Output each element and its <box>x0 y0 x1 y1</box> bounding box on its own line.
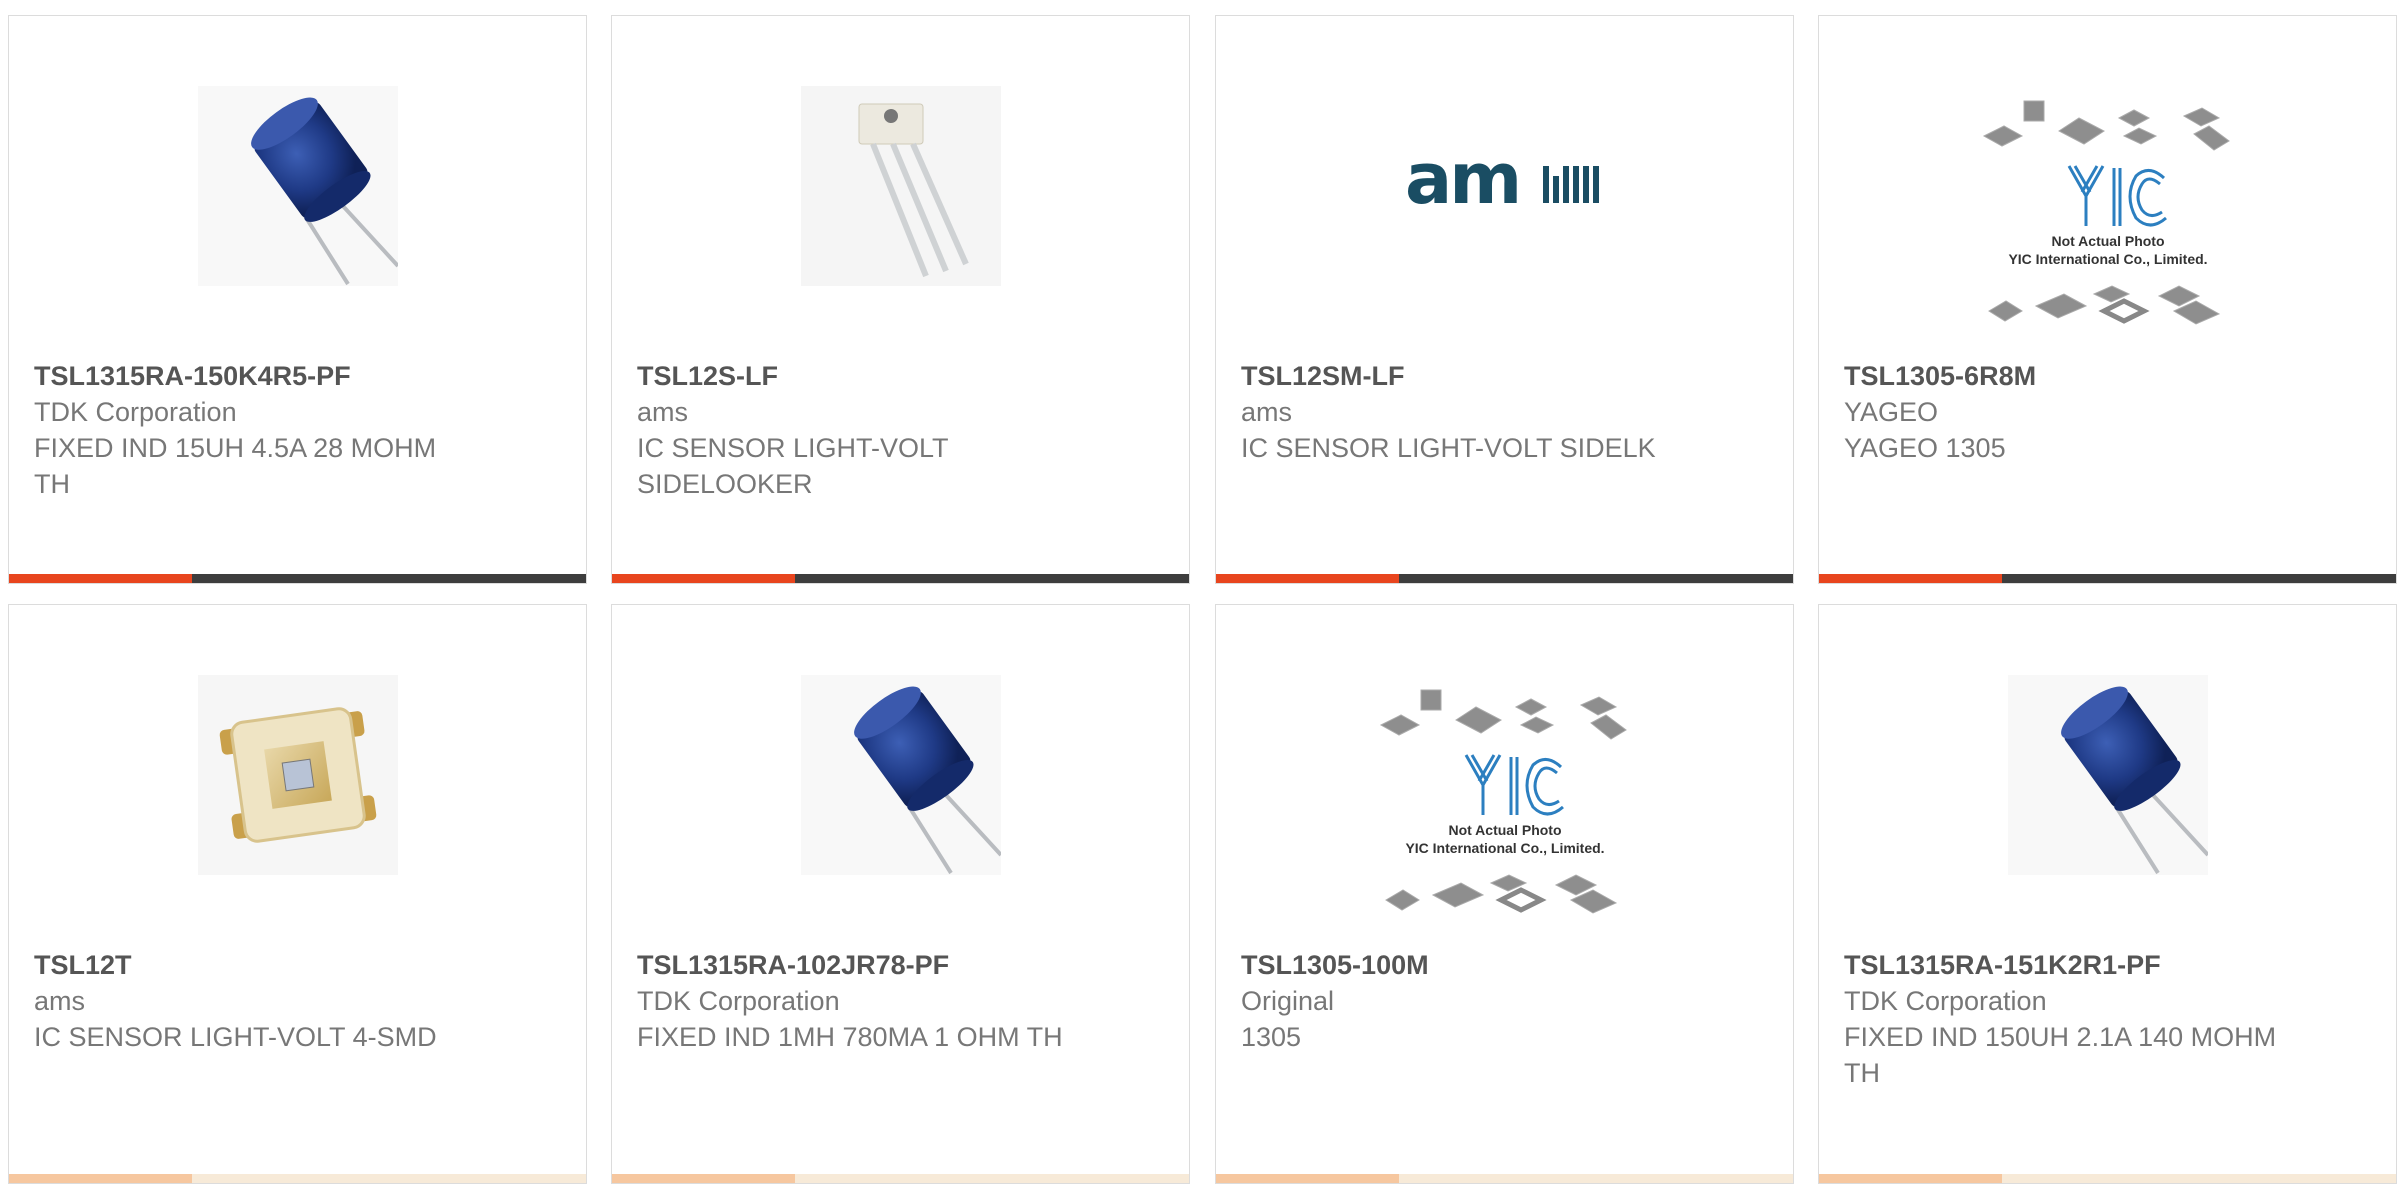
card-accent-bar <box>1819 574 2396 583</box>
accent-segment <box>1216 574 1399 583</box>
card-accent-bar <box>612 1174 1189 1183</box>
description: FIXED IND 1MH 780MA 1 OHM TH <box>637 1022 1063 1052</box>
product-card[interactable]: TSL1315RA-151K2R1-PF TDK Corporation FIXED… <box>1818 604 2397 1184</box>
dark-segment <box>2002 574 2396 583</box>
card-accent-bar <box>9 574 586 583</box>
product-image[interactable] <box>2008 675 2208 875</box>
manufacturer: ams <box>34 986 86 1016</box>
dark-segment <box>795 1174 1189 1183</box>
product-card[interactable]: TSL12T ams IC SENSOR LIGHT-VOLT 4-SMD <box>8 604 587 1184</box>
product-image[interactable] <box>801 86 1001 286</box>
manufacturer: ams <box>637 397 689 427</box>
manufacturer: Original <box>1241 986 1335 1016</box>
placeholder-line1: Not Actual Photo <box>2051 233 2164 249</box>
card-accent-bar <box>1216 1174 1793 1183</box>
dark-segment <box>1399 1174 1793 1183</box>
accent-segment <box>612 574 795 583</box>
part-number-link[interactable]: TSL1305-6R8M <box>1844 358 2376 394</box>
manufacturer: YAGEO <box>1844 397 1939 427</box>
accent-segment <box>9 1174 192 1183</box>
product-card[interactable]: Not Actual Photo YIC International Co., … <box>1215 604 1794 1184</box>
dark-segment <box>2002 1174 2396 1183</box>
placeholder-line1: Not Actual Photo <box>1448 822 1561 838</box>
product-image[interactable] <box>801 675 1001 875</box>
accent-segment <box>1819 574 2002 583</box>
product-card[interactable]: Not Actual Photo YIC International Co., … <box>1818 15 2397 584</box>
product-card[interactable]: TSL1315RA-102JR78-PF TDK Corporation FIXED… <box>611 604 1190 1184</box>
manufacturer: TDK Corporation <box>637 986 840 1016</box>
description: IC SENSOR LIGHT-VOLT SIDELOOKER <box>637 433 949 499</box>
part-number-link[interactable]: TSL1315RA-151K2R1-PF <box>1844 947 2376 983</box>
description: IC SENSOR LIGHT-VOLT SIDELK <box>1241 433 1656 463</box>
accent-segment <box>612 1174 795 1183</box>
manufacturer: TDK Corporation <box>1844 986 2047 1016</box>
svg-text:am: am <box>1405 138 1519 220</box>
product-image[interactable] <box>198 675 398 875</box>
part-number-link[interactable]: TSL1315RA-102JR78-PF <box>637 947 1169 983</box>
product-card[interactable]: TSL12S-LF ams IC SENSOR LIGHT-VOLT SIDELOO… <box>611 15 1190 584</box>
description: YAGEO 1305 <box>1844 433 2006 463</box>
part-number-link[interactable]: TSL12T <box>34 947 566 983</box>
product-card[interactable]: TSL1315RA-150K4R5-PF TDK Corporation FIXED… <box>8 15 587 584</box>
part-number-link[interactable]: TSL12S-LF <box>637 358 1169 394</box>
part-number-link[interactable]: TSL12SM-LF <box>1241 358 1773 394</box>
ams-logo[interactable]: am <box>1405 86 1605 286</box>
dark-segment <box>192 574 586 583</box>
part-number-link[interactable]: TSL1315RA-150K4R5-PF <box>34 358 566 394</box>
card-accent-bar <box>9 1174 586 1183</box>
description: 1305 <box>1241 1022 1302 1052</box>
card-accent-bar <box>612 574 1189 583</box>
product-card[interactable]: am TSL12SM-LF ams IC SENSOR LIGHT-VOLT SID… <box>1215 15 1794 584</box>
manufacturer: TDK Corporation <box>34 397 237 427</box>
accent-segment <box>1216 1174 1399 1183</box>
dark-segment <box>795 574 1189 583</box>
dark-segment <box>192 1174 586 1183</box>
placeholder-line2: YIC International Co., Limited. <box>1405 840 1604 856</box>
dark-segment <box>1399 574 1793 583</box>
card-accent-bar <box>1819 1174 2396 1183</box>
product-image[interactable] <box>198 86 398 286</box>
description: IC SENSOR LIGHT-VOLT 4-SMD <box>34 1022 437 1052</box>
product-image[interactable]: Not Actual Photo YIC International Co., … <box>1974 96 2242 336</box>
accent-segment <box>9 574 192 583</box>
accent-segment <box>1819 1174 2002 1183</box>
placeholder-line2: YIC International Co., Limited. <box>2008 251 2207 267</box>
manufacturer: ams <box>1241 397 1293 427</box>
description: FIXED IND 150UH 2.1A 140 MOHM TH <box>1844 1022 2277 1088</box>
card-accent-bar <box>1216 574 1793 583</box>
product-image[interactable]: Not Actual Photo YIC International Co., … <box>1371 685 1639 925</box>
description: FIXED IND 15UH 4.5A 28 MOHM TH <box>34 433 437 499</box>
part-number-link[interactable]: TSL1305-100M <box>1241 947 1773 983</box>
